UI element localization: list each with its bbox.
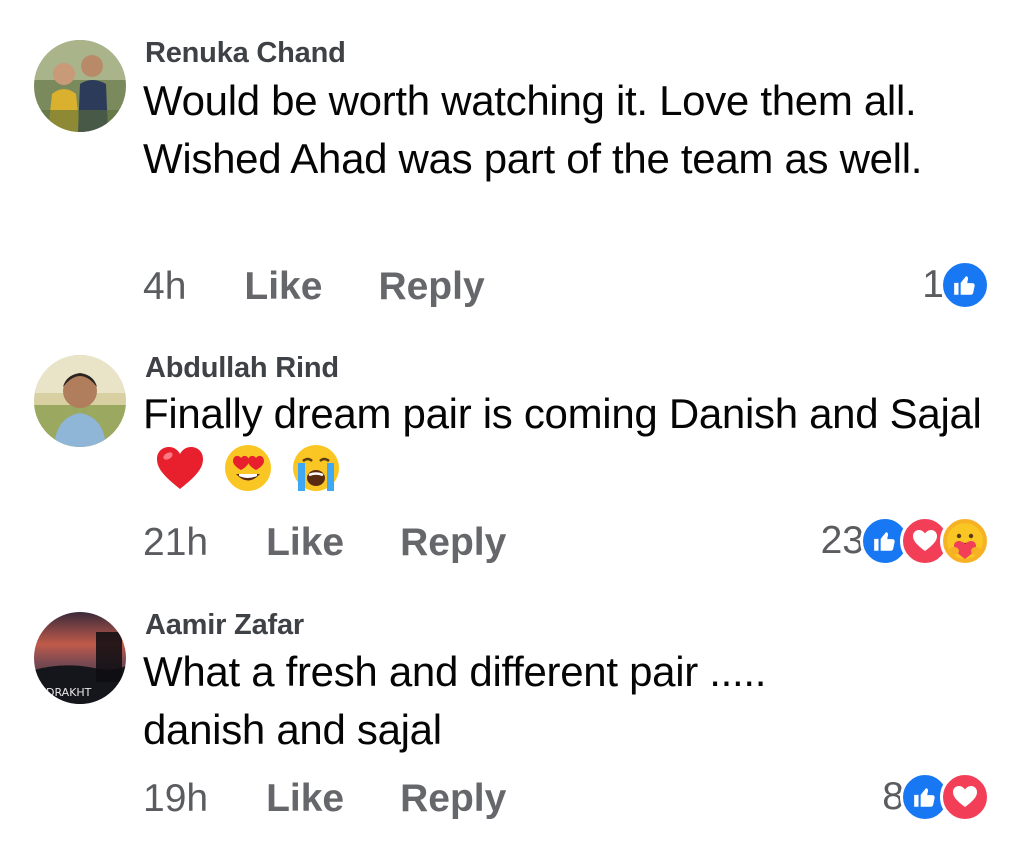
love-icon: [940, 772, 990, 822]
reply-button[interactable]: Reply: [400, 777, 506, 821]
comment-text: What a fresh and different pair ..... da…: [143, 648, 767, 753]
avatar-caption: DRAKHT: [46, 686, 92, 699]
avatar[interactable]: DRAKHT: [34, 612, 126, 704]
reaction-summary[interactable]: 8: [882, 772, 990, 822]
comment-actions: 19h Like Reply: [143, 777, 506, 821]
comment-timestamp: 19h: [143, 777, 209, 820]
comment-author[interactable]: Aamir Zafar: [145, 609, 304, 642]
like-button[interactable]: Like: [266, 777, 344, 821]
comment-item: DRAKHT Aamir Zafar What a fresh and diff…: [0, 0, 1024, 844]
